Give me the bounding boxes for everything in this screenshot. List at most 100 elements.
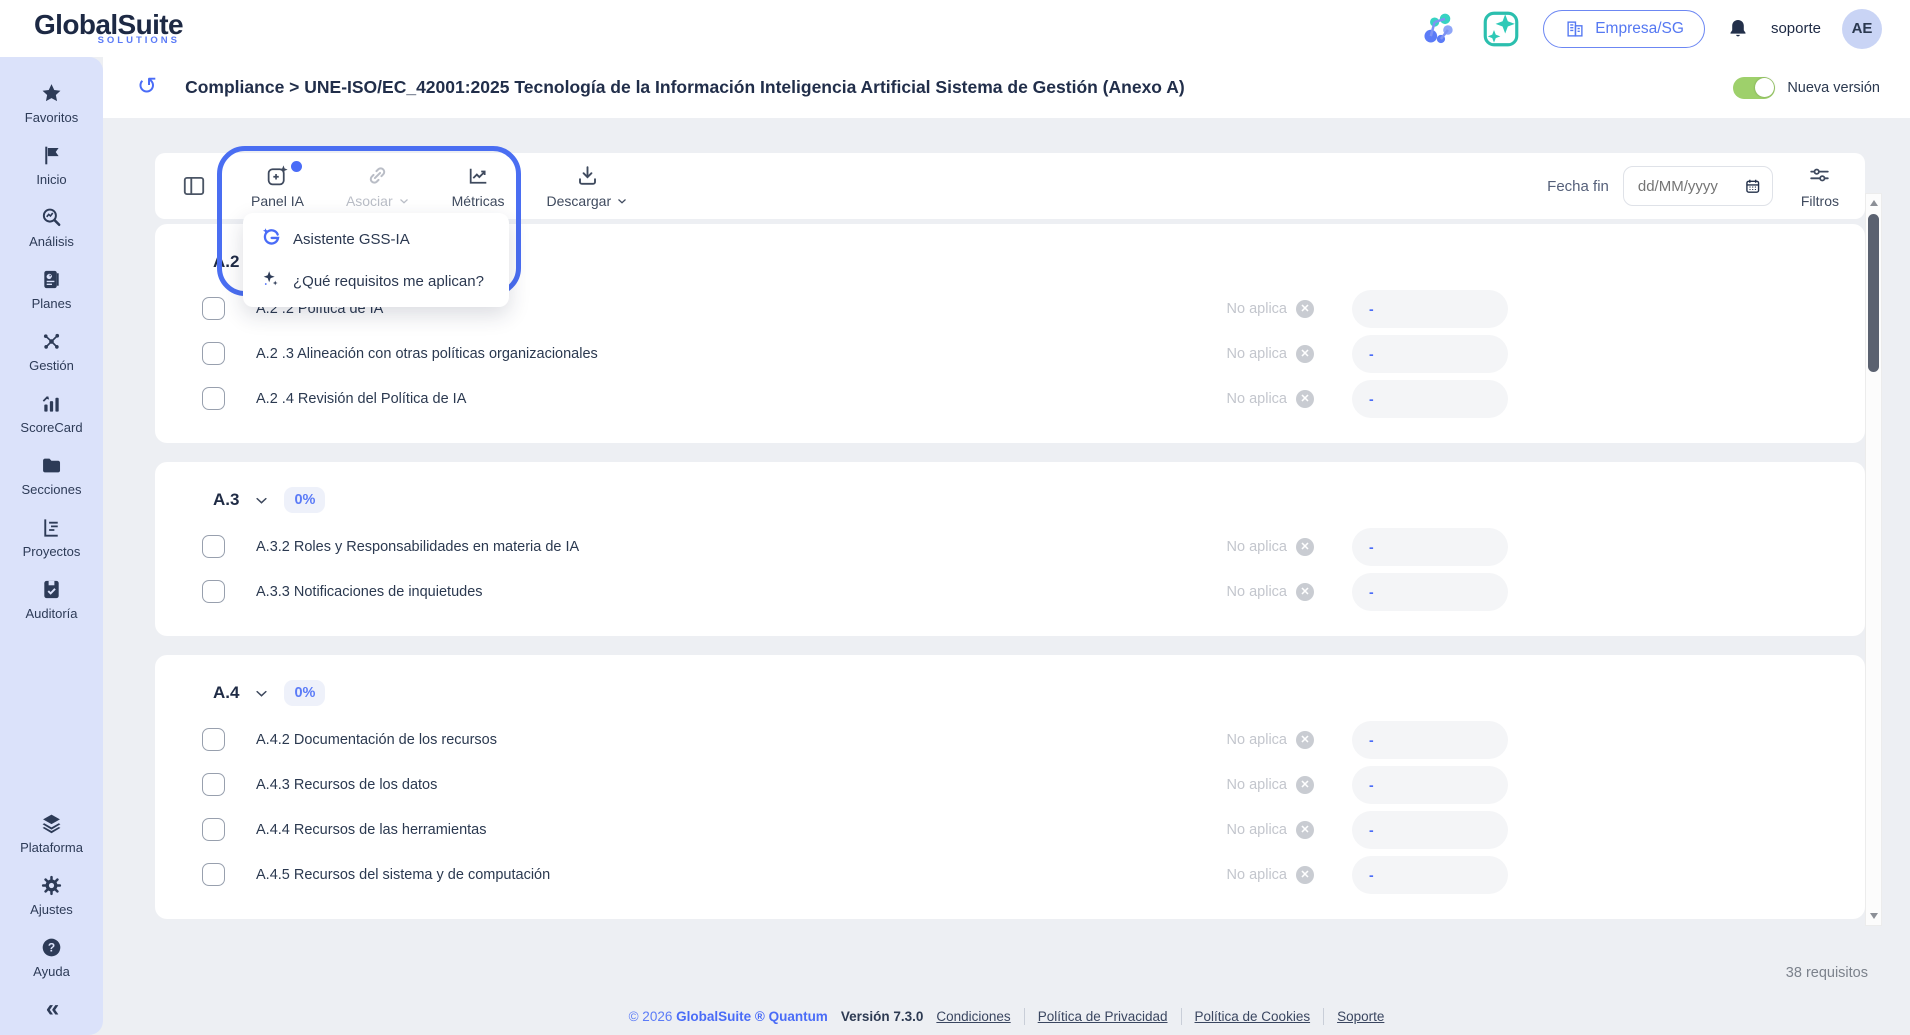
row-label: A.4.3 Recursos de los datos xyxy=(256,777,1182,793)
sidebar-collapse-button[interactable]: « xyxy=(46,989,57,1025)
fecha-fin-input[interactable] xyxy=(1623,166,1773,206)
scroll-down-arrow[interactable] xyxy=(1866,909,1881,923)
svg-text:?: ? xyxy=(48,941,55,955)
remove-status-icon[interactable] xyxy=(1296,731,1314,749)
sidebar-item-inicio[interactable]: Inicio xyxy=(0,135,103,197)
sidebar-item-analisis[interactable]: Análisis xyxy=(0,197,103,259)
menu-item-asistente-gss-ia[interactable]: Asistente GSS-IA xyxy=(243,218,509,260)
sidebar-item-proyectos[interactable]: Proyectos xyxy=(0,507,103,569)
sidebar-item-scorecard[interactable]: ScoreCard xyxy=(0,383,103,445)
metricas-button[interactable]: Métricas xyxy=(448,161,509,211)
footer-link-soporte[interactable]: Soporte xyxy=(1337,1009,1384,1024)
row-checkbox[interactable] xyxy=(202,387,225,410)
date-field[interactable] xyxy=(1638,178,1737,195)
row-checkbox[interactable] xyxy=(202,535,225,558)
value-pill[interactable]: - xyxy=(1352,811,1508,849)
remove-status-icon[interactable] xyxy=(1296,583,1314,601)
pill-value: - xyxy=(1369,732,1374,748)
sidebar-item-label: Ajustes xyxy=(30,902,73,917)
footer-link-cookies[interactable]: Política de Cookies xyxy=(1195,1009,1311,1024)
remove-status-icon[interactable] xyxy=(1296,538,1314,556)
value-pill[interactable]: - xyxy=(1352,528,1508,566)
breadcrumb: Compliance > UNE-ISO/EC_42001:2025 Tecno… xyxy=(185,77,1185,98)
chevron-down-icon[interactable] xyxy=(254,493,269,508)
footer-link-privacidad[interactable]: Política de Privacidad xyxy=(1038,1009,1168,1024)
sidebar-item-gestion[interactable]: Gestión xyxy=(0,321,103,383)
footer-link-condiciones[interactable]: Condiciones xyxy=(936,1009,1010,1024)
globalsuite-logo[interactable]: GlobalSuite SOLUTIONS xyxy=(34,11,183,46)
value-pill[interactable]: - xyxy=(1352,721,1508,759)
descargar-button[interactable]: Descargar xyxy=(543,161,633,211)
back-undo-icon[interactable]: ↺ xyxy=(137,75,157,99)
sidebar-item-label: ScoreCard xyxy=(20,420,82,435)
filtros-button[interactable]: Filtros xyxy=(1801,163,1839,209)
row-checkbox[interactable] xyxy=(202,773,225,796)
table-row: A.4.5 Recursos del sistema y de computac… xyxy=(155,852,1865,897)
row-label: A.4.4 Recursos de las herramientas xyxy=(256,822,1182,838)
sidebar-item-ajustes[interactable]: Ajustes xyxy=(0,865,103,927)
sidebar-item-auditoria[interactable]: Auditoría xyxy=(0,569,103,631)
chevron-down-icon[interactable] xyxy=(254,686,269,701)
status-label: No aplica xyxy=(1227,777,1287,793)
table-row: A.2 .3 Alineación con otras políticas or… xyxy=(155,331,1865,376)
sidebar-item-favoritos[interactable]: Favoritos xyxy=(0,73,103,135)
ai-sparkle-icon[interactable] xyxy=(1480,8,1522,50)
company-selector-button[interactable]: Empresa/SG xyxy=(1543,10,1705,48)
row-checkbox[interactable] xyxy=(202,297,225,320)
value-pill[interactable]: - xyxy=(1352,380,1508,418)
scroll-up-arrow[interactable] xyxy=(1866,196,1881,210)
company-label: Empresa/SG xyxy=(1595,20,1684,38)
sidebar-item-plataforma[interactable]: Plataforma xyxy=(0,803,103,865)
remove-status-icon[interactable] xyxy=(1296,821,1314,839)
notifications-bell-icon[interactable] xyxy=(1726,17,1750,41)
layers-icon xyxy=(40,812,63,835)
sidebar-item-label: Favoritos xyxy=(25,110,78,125)
calendar-icon xyxy=(1744,175,1761,197)
footer-separator xyxy=(1024,1008,1025,1025)
pill-value: - xyxy=(1369,822,1374,838)
value-pill[interactable]: - xyxy=(1352,856,1508,894)
value-pill[interactable]: - xyxy=(1352,335,1508,373)
sidebar-item-planes[interactable]: Planes xyxy=(0,259,103,321)
gear-icon xyxy=(40,874,63,897)
row-label: A.2 .4 Revisión del Política de IA xyxy=(256,391,1182,407)
remove-status-icon[interactable] xyxy=(1296,390,1314,408)
remove-status-icon[interactable] xyxy=(1296,345,1314,363)
menu-item-que-requisitos[interactable]: ¿Qué requisitos me aplican? xyxy=(243,260,509,302)
molecule-apps-icon[interactable] xyxy=(1421,10,1459,48)
avatar[interactable]: AE xyxy=(1842,9,1882,49)
row-checkbox[interactable] xyxy=(202,728,225,751)
value-pill[interactable]: - xyxy=(1352,290,1508,328)
nueva-version-toggle[interactable] xyxy=(1733,77,1775,99)
panel-layout-icon[interactable] xyxy=(181,173,207,199)
pill-value: - xyxy=(1369,584,1374,600)
content-area: Panel IA Asociar xyxy=(103,118,1910,1035)
asociar-button[interactable]: Asociar xyxy=(342,161,414,211)
remove-status-icon[interactable] xyxy=(1296,776,1314,794)
row-checkbox[interactable] xyxy=(202,818,225,841)
version-label: Versión 7.3.0 xyxy=(841,1009,924,1024)
scrollbar-thumb[interactable] xyxy=(1868,214,1879,372)
remove-status-icon[interactable] xyxy=(1296,866,1314,884)
status-label: No aplica xyxy=(1227,301,1287,317)
footer: © 2026 GlobalSuite ® Quantum Versión 7.3… xyxy=(103,1008,1910,1025)
folder-icon xyxy=(40,454,63,477)
sidebar-item-secciones[interactable]: Secciones xyxy=(0,445,103,507)
sidebar-item-label: Secciones xyxy=(22,482,82,497)
row-checkbox[interactable] xyxy=(202,342,225,365)
menu-item-label: ¿Qué requisitos me aplican? xyxy=(293,273,484,290)
row-checkbox[interactable] xyxy=(202,863,225,886)
scrollbar[interactable] xyxy=(1865,193,1882,926)
row-checkbox[interactable] xyxy=(202,580,225,603)
chevron-down-icon xyxy=(398,195,410,207)
line-chart-icon xyxy=(466,163,491,191)
value-pill[interactable]: - xyxy=(1352,573,1508,611)
progress-badge: 0% xyxy=(284,680,325,706)
sidebar-item-ayuda[interactable]: ? Ayuda xyxy=(0,927,103,989)
project-list-icon xyxy=(40,516,63,539)
panel-ia-button[interactable]: Panel IA xyxy=(247,161,308,211)
remove-status-icon[interactable] xyxy=(1296,300,1314,318)
top-bar: GlobalSuite SOLUTIONS xyxy=(0,0,1910,57)
value-pill[interactable]: - xyxy=(1352,766,1508,804)
status-label: No aplica xyxy=(1227,732,1287,748)
